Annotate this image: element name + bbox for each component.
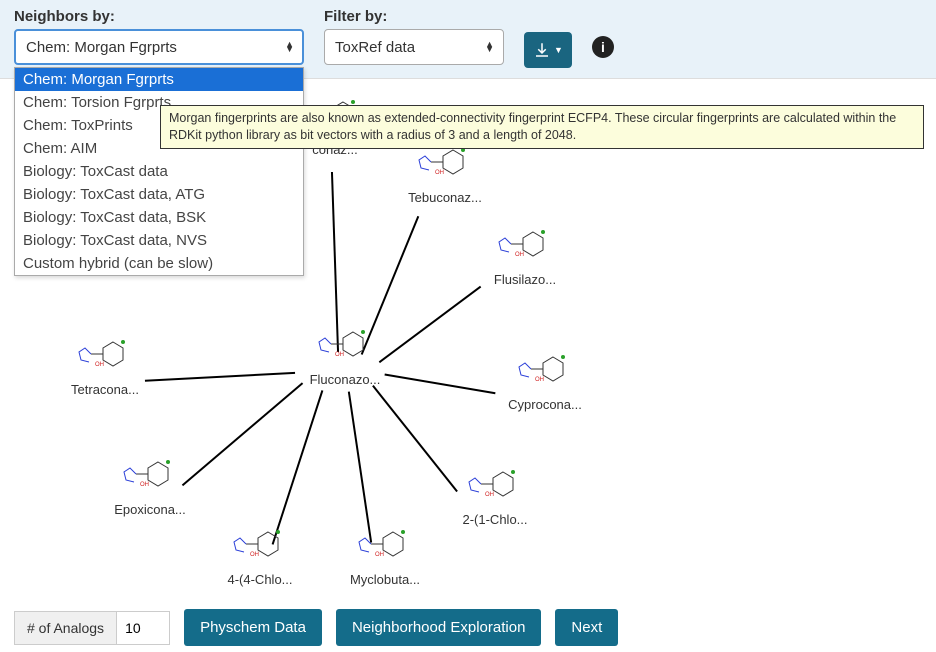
neighbor-node[interactable]: OH Epoxicona... [105,452,195,517]
neighbor-node[interactable]: OH 2-(1-Chlo... [450,462,540,527]
molecule-icon: OH [463,462,527,510]
molecule-icon: OH [493,222,557,270]
neighbors-option[interactable]: Biology: ToxCast data, ATG [15,183,303,206]
filter-select-wrap: ToxRef data ▲▼ [324,29,504,65]
molecule-icon: OH [118,452,182,500]
filter-label: Filter by: [324,8,504,25]
neighbor-node[interactable]: OH Tetracona... [60,332,150,397]
neighbors-option[interactable]: Chem: Morgan Fgrprts [15,68,303,91]
physchem-button[interactable]: Physchem Data [184,609,322,646]
neighbors-option[interactable]: Custom hybrid (can be slow) [15,252,303,275]
svg-text:OH: OH [535,377,544,383]
filter-group: Filter by: ToxRef data ▲▼ [324,8,504,65]
svg-text:OH: OH [140,482,149,488]
analogs-input[interactable] [116,611,170,645]
svg-text:OH: OH [250,552,259,558]
node-label: 4-(4-Chlo... [215,572,305,587]
neighbors-select-wrap: Chem: Morgan Fgrprts ▲▼ Chem: Morgan Fgr… [14,29,304,65]
neighbor-node[interactable]: OH Myclobuta... [340,522,430,587]
bottom-toolbar: # of Analogs Physchem Data Neighborhood … [14,609,922,646]
neighbor-node[interactable]: OH Flusilazo... [480,222,570,287]
neighbor-node[interactable]: OH 4-(4-Chlo... [215,522,305,587]
node-label: Tebuconaz... [400,190,490,205]
filter-select-value: ToxRef data [335,39,415,56]
download-button[interactable]: ▼ [524,32,572,68]
info-icon[interactable]: i [592,36,614,58]
neighbors-option[interactable]: Biology: ToxCast data, BSK [15,206,303,229]
updown-icon: ▲▼ [485,42,494,52]
fingerprint-tooltip: Morgan fingerprints are also known as ex… [160,105,924,149]
svg-text:OH: OH [515,252,524,258]
molecule-icon: OH [228,522,292,570]
neighbors-dropdown[interactable]: Chem: Morgan FgrprtsChem: Torsion Fgrprt… [14,67,304,276]
molecule-icon: OH [513,347,577,395]
caret-down-icon: ▼ [554,45,563,55]
node-label: Tetracona... [60,382,150,397]
neighborhood-exploration-button[interactable]: Neighborhood Exploration [336,609,541,646]
svg-text:OH: OH [335,352,344,358]
updown-icon: ▲▼ [285,42,294,52]
node-label: Flusilazo... [480,272,570,287]
analogs-label: # of Analogs [14,611,116,645]
filter-toolbar: Neighbors by: Chem: Morgan Fgrprts ▲▼ Ch… [0,0,936,79]
neighbor-node[interactable]: OH Cyprocona... [500,347,590,412]
neighbors-group: Neighbors by: Chem: Morgan Fgrprts ▲▼ Ch… [14,8,304,65]
molecule-icon: OH [73,332,137,380]
filter-select[interactable]: ToxRef data ▲▼ [324,29,504,65]
neighbors-select-value: Chem: Morgan Fgrprts [26,39,177,56]
svg-text:OH: OH [485,492,494,498]
neighbors-label: Neighbors by: [14,8,304,25]
center-node[interactable]: OH Fluconazo... [300,322,390,387]
download-icon [533,41,551,59]
next-button[interactable]: Next [555,609,618,646]
node-label: Myclobuta... [340,572,430,587]
molecule-icon: OH [353,522,417,570]
node-label: Fluconazo... [300,372,390,387]
svg-text:OH: OH [435,170,444,176]
svg-text:OH: OH [375,552,384,558]
node-label: 2-(1-Chlo... [450,512,540,527]
neighbor-node[interactable]: OH Tebuconaz... [400,140,490,205]
neighbors-select[interactable]: Chem: Morgan Fgrprts ▲▼ [14,29,304,65]
svg-text:OH: OH [95,362,104,368]
analogs-group: # of Analogs [14,611,170,645]
node-label: Cyprocona... [500,397,590,412]
molecule-icon: OH [313,322,377,370]
node-label: Epoxicona... [105,502,195,517]
neighbors-option[interactable]: Biology: ToxCast data, NVS [15,229,303,252]
neighbors-option[interactable]: Biology: ToxCast data [15,160,303,183]
